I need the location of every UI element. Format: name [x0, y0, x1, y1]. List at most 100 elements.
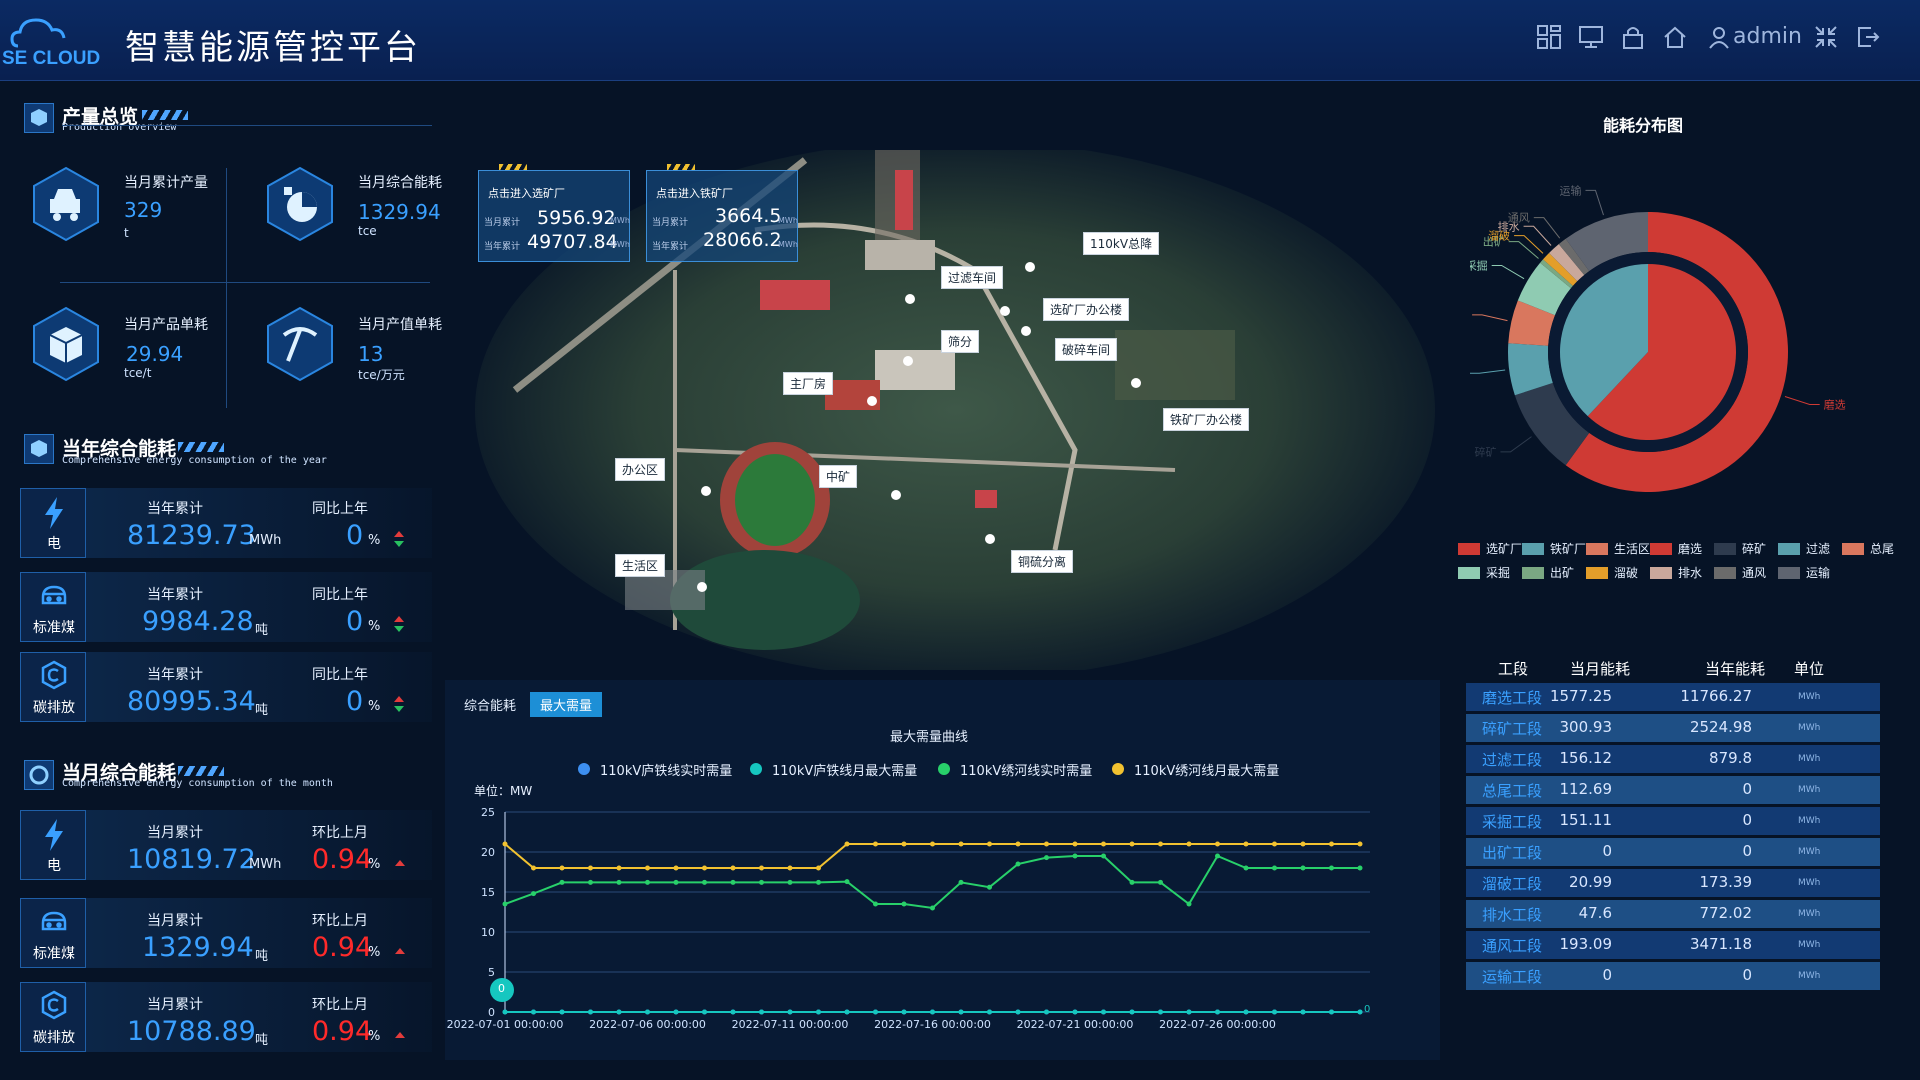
legend-item[interactable]: 总尾	[1870, 540, 1894, 557]
data-point[interactable]	[1015, 861, 1021, 867]
map-label[interactable]: 选矿厂办公楼	[1043, 298, 1130, 321]
series-line[interactable]	[504, 854, 1360, 910]
data-point[interactable]	[559, 865, 565, 871]
data-point[interactable]	[930, 905, 935, 911]
grid-icon[interactable]	[1536, 24, 1564, 52]
legend-item[interactable]: 过滤	[1806, 540, 1830, 557]
data-point[interactable]	[1129, 841, 1135, 847]
data-point[interactable]	[958, 841, 964, 847]
data-point[interactable]	[1186, 901, 1192, 907]
legend-label[interactable]: 110kV绣河线月最大需量	[1134, 760, 1279, 779]
table-row[interactable]: 磨选工段 1577.25 11766.27 MWh	[1466, 683, 1880, 711]
data-point[interactable]	[1329, 1009, 1334, 1015]
map-label[interactable]: 破碎车间	[1055, 338, 1118, 361]
legend-item[interactable]: 采掘	[1486, 564, 1510, 581]
data-point[interactable]	[930, 841, 935, 847]
map-label[interactable]: 中矿	[819, 465, 858, 488]
map-pin[interactable]	[1000, 306, 1010, 316]
data-point[interactable]	[816, 879, 821, 885]
data-point[interactable]	[844, 841, 850, 847]
data-point[interactable]	[616, 865, 622, 871]
data-point[interactable]	[1272, 841, 1277, 847]
data-point[interactable]	[1186, 1009, 1192, 1015]
data-point[interactable]	[873, 841, 878, 847]
map-label[interactable]: 110kV总降	[1083, 232, 1160, 255]
tab-max-demand[interactable]: 最大需量	[530, 692, 603, 717]
data-point[interactable]	[1272, 1009, 1277, 1015]
data-point[interactable]	[1357, 865, 1363, 871]
legend-item[interactable]: 通风	[1742, 564, 1766, 581]
data-point[interactable]	[1300, 841, 1306, 847]
legend-label[interactable]: 110kV庐铁线月最大需量	[772, 760, 917, 779]
map-label[interactable]: 生活区	[615, 554, 666, 577]
data-point[interactable]	[1072, 853, 1078, 859]
data-point[interactable]	[1272, 865, 1277, 871]
data-point[interactable]	[588, 1009, 593, 1015]
legend-label[interactable]: 110kV庐铁线实时需量	[600, 760, 732, 779]
data-point[interactable]	[730, 1009, 736, 1015]
table-row[interactable]: 出矿工段 0 0 MWh	[1466, 838, 1880, 866]
data-point[interactable]	[1129, 1009, 1135, 1015]
map-label[interactable]: 主厂房	[783, 372, 834, 395]
data-point[interactable]	[1215, 853, 1220, 859]
map-pin[interactable]	[1025, 262, 1035, 272]
data-point[interactable]	[673, 1009, 679, 1015]
legend-item[interactable]: 铁矿厂	[1550, 540, 1586, 557]
legend-item[interactable]: 生活区	[1614, 540, 1650, 557]
data-point[interactable]	[531, 891, 536, 897]
data-point[interactable]	[1215, 841, 1220, 847]
data-point[interactable]	[873, 901, 878, 907]
data-point[interactable]	[702, 865, 707, 871]
data-point[interactable]	[844, 1009, 850, 1015]
logout-icon[interactable]	[1855, 24, 1883, 52]
map-label[interactable]: 筛分	[941, 330, 980, 353]
map-pin[interactable]	[891, 490, 901, 500]
data-point[interactable]	[1329, 841, 1334, 847]
legend-item[interactable]: 运输	[1806, 564, 1830, 581]
card-ore-plant[interactable]: 点击进入选矿厂 当月累计 5956.92 MWh 当年累计 49707.84 M…	[478, 164, 630, 262]
data-point[interactable]	[1243, 841, 1249, 847]
map-label[interactable]: 铜硫分离	[1011, 550, 1074, 573]
data-point[interactable]	[1158, 879, 1163, 885]
data-point[interactable]	[1158, 841, 1163, 847]
map-pin[interactable]	[1131, 378, 1141, 388]
data-point[interactable]	[673, 879, 679, 885]
data-point[interactable]	[901, 901, 907, 907]
legend-item[interactable]: 选矿厂	[1486, 540, 1522, 557]
lock-icon[interactable]	[1620, 24, 1648, 52]
data-point[interactable]	[1044, 1009, 1049, 1015]
data-point[interactable]	[702, 1009, 707, 1015]
data-point[interactable]	[673, 865, 679, 871]
data-point[interactable]	[1186, 841, 1192, 847]
data-point[interactable]	[1243, 1009, 1249, 1015]
data-point[interactable]	[1015, 841, 1021, 847]
legend-item[interactable]: 排水	[1678, 564, 1702, 581]
data-point[interactable]	[1215, 1009, 1220, 1015]
user-icon[interactable]	[1706, 24, 1734, 52]
data-point[interactable]	[759, 1009, 764, 1015]
data-point[interactable]	[930, 1009, 935, 1015]
legend-item[interactable]: 出矿	[1550, 564, 1574, 581]
data-point[interactable]	[958, 879, 964, 885]
legend-item[interactable]: 碎矿	[1742, 540, 1766, 557]
legend-item[interactable]: 磨选	[1678, 540, 1702, 557]
map-pin[interactable]	[697, 582, 707, 592]
data-point[interactable]	[1129, 879, 1135, 885]
data-point[interactable]	[531, 1009, 536, 1015]
data-point[interactable]	[645, 879, 650, 885]
data-point[interactable]	[816, 865, 821, 871]
data-point[interactable]	[1300, 1009, 1306, 1015]
data-point[interactable]	[1329, 865, 1334, 871]
data-point[interactable]	[987, 841, 992, 847]
data-point[interactable]	[702, 879, 707, 885]
data-point[interactable]	[559, 879, 565, 885]
table-row[interactable]: 采掘工段 151.11 0 MWh	[1466, 807, 1880, 835]
data-point[interactable]	[759, 879, 764, 885]
map-label[interactable]: 过滤车间	[941, 266, 1004, 289]
legend-label[interactable]: 110kV绣河线实时需量	[960, 760, 1092, 779]
series-line[interactable]	[504, 843, 1360, 869]
data-point[interactable]	[502, 901, 508, 907]
data-point[interactable]	[987, 1009, 992, 1015]
data-point[interactable]	[1101, 1009, 1106, 1015]
table-row[interactable]: 碎矿工段 300.93 2524.98 MWh	[1466, 714, 1880, 742]
